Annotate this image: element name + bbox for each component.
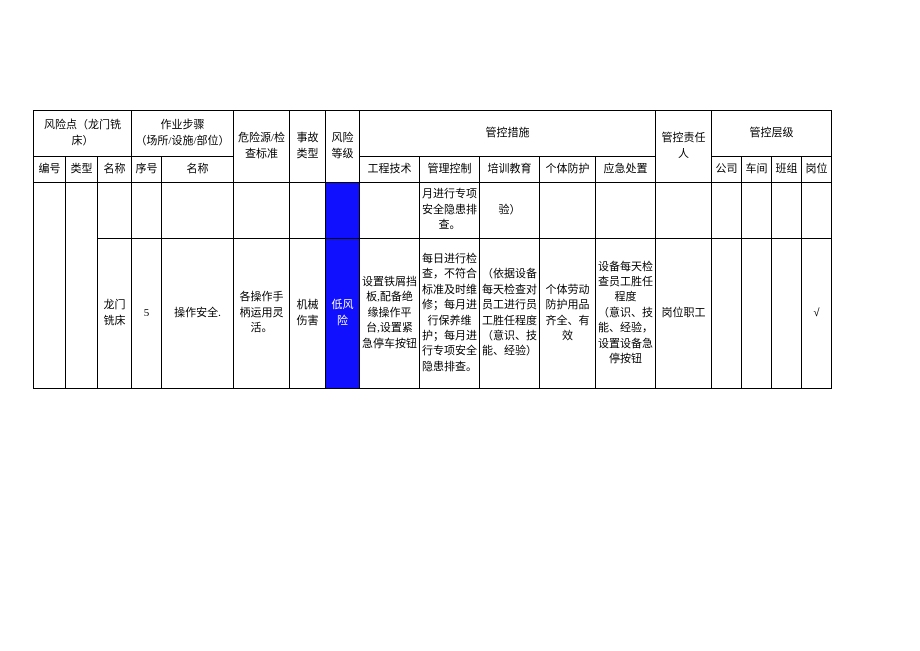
cell-emergency: 设备每天检查员工胜任程度 （意识、技能、经验，设置设备急停按钮 <box>596 239 656 389</box>
table-row: 月进行专项安全隐患排查。 验） <box>34 183 832 239</box>
hdr-work-step: 作业步骤 （场所/设施/部位） <box>132 111 234 157</box>
hdr-control-measures: 管控措施 <box>360 111 656 157</box>
hdr-control-level: 管控层级 <box>712 111 832 157</box>
hdr-risk-point: 风险点（龙门铣床） <box>34 111 132 157</box>
cell-risk: 低风险 <box>326 239 360 389</box>
cell-name-top <box>98 183 132 239</box>
hdr-team: 班组 <box>772 157 802 183</box>
risk-table: 风险点（龙门铣床） 作业步骤 （场所/设施/部位） 危险源/检查标准 事故类型 … <box>33 110 832 389</box>
cell-responsible <box>656 183 712 239</box>
cell-workshop <box>742 183 772 239</box>
cell-eng: 设置铁屑挡板,配备绝缘操作平台,设置紧急停车按钮 <box>360 239 420 389</box>
cell-training: 验） <box>480 183 540 239</box>
hdr-company: 公司 <box>712 157 742 183</box>
cell-team <box>772 183 802 239</box>
hdr-mgmt-ctrl: 管理控制 <box>420 157 480 183</box>
cell-post: √ <box>802 239 832 389</box>
cell-name: 龙门铣床 <box>98 239 132 389</box>
hdr-training: 培训教育 <box>480 157 540 183</box>
hdr-workshop: 车间 <box>742 157 772 183</box>
cell-id <box>34 183 66 389</box>
cell-mgmt: 每日进行检查，不符合标准及时维修；每月进行保养维护；每月进行专项安全隐患排查。 <box>420 239 480 389</box>
hdr-name: 名称 <box>98 157 132 183</box>
cell-training: （依据设备每天检查对员工进行员工胜任程度 （意识、技能、经验） <box>480 239 540 389</box>
hdr-ppe: 个体防护 <box>540 157 596 183</box>
cell-team <box>772 239 802 389</box>
cell-company <box>712 239 742 389</box>
cell-seq <box>132 183 162 239</box>
cell-hazard <box>234 183 290 239</box>
cell-step-name: 操作安全. <box>162 239 234 389</box>
cell-eng <box>360 183 420 239</box>
hdr-responsible: 管控责任人 <box>656 111 712 183</box>
cell-type <box>66 183 98 389</box>
cell-mgmt: 月进行专项安全隐患排查。 <box>420 183 480 239</box>
hdr-eng-tech: 工程技术 <box>360 157 420 183</box>
cell-accident: 机械伤害 <box>290 239 326 389</box>
cell-post <box>802 183 832 239</box>
cell-company <box>712 183 742 239</box>
hdr-post: 岗位 <box>802 157 832 183</box>
hdr-risk-level: 风险等级 <box>326 111 360 183</box>
hdr-id: 编号 <box>34 157 66 183</box>
cell-responsible: 岗位职工 <box>656 239 712 389</box>
hdr-hazard-std: 危险源/检查标准 <box>234 111 290 183</box>
hdr-type: 类型 <box>66 157 98 183</box>
cell-risk <box>326 183 360 239</box>
cell-ppe <box>540 183 596 239</box>
cell-workshop <box>742 239 772 389</box>
hdr-seq: 序号 <box>132 157 162 183</box>
document-page: 风险点（龙门铣床） 作业步骤 （场所/设施/部位） 危险源/检查标准 事故类型 … <box>0 0 920 651</box>
cell-seq: 5 <box>132 239 162 389</box>
hdr-accident-type: 事故类型 <box>290 111 326 183</box>
cell-hazard: 各操作手柄运用灵活。 <box>234 239 290 389</box>
cell-accident <box>290 183 326 239</box>
cell-ppe: 个体劳动防护用品齐全、有效 <box>540 239 596 389</box>
cell-step-name <box>162 183 234 239</box>
hdr-step-name: 名称 <box>162 157 234 183</box>
table-row: 龙门铣床 5 操作安全. 各操作手柄运用灵活。 机械伤害 低风险 设置铁屑挡板,… <box>34 239 832 389</box>
cell-emergency <box>596 183 656 239</box>
hdr-emergency: 应急处置 <box>596 157 656 183</box>
